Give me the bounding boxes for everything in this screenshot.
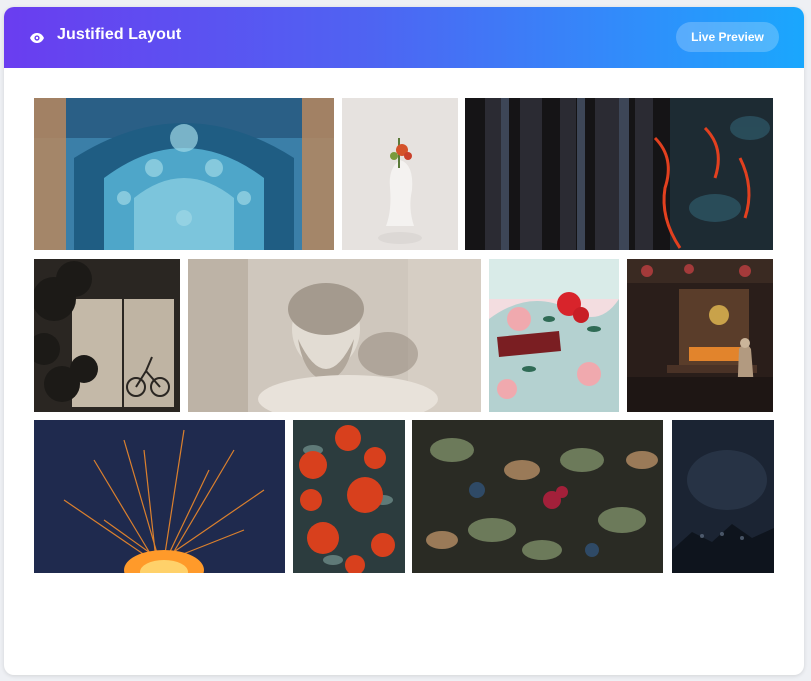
card-header: Justified Layout Live Preview [4, 7, 804, 68]
gallery-image-bearded-statue[interactable] [188, 259, 481, 412]
gallery-image-mosque-ceiling[interactable] [34, 98, 334, 250]
gallery-image-night-mountain[interactable] [672, 420, 774, 573]
gallery-image-bicycle-window[interactable] [34, 259, 180, 412]
gallery-image-lava-bark[interactable] [465, 98, 773, 250]
justified-layout-card: Justified Layout Live Preview [4, 7, 804, 675]
live-preview-button[interactable]: Live Preview [676, 22, 779, 52]
gallery-image-leaves-berries[interactable] [412, 420, 663, 573]
page-title: Justified Layout [57, 26, 182, 43]
eye-icon [30, 33, 44, 43]
gallery-image-shop-man[interactable] [627, 259, 773, 412]
gallery-image-vase-flower[interactable] [342, 98, 458, 250]
gallery-image-red-roses[interactable] [293, 420, 405, 573]
gallery-image-flower-illustration[interactable] [489, 259, 619, 412]
gallery-image-fire-sparks[interactable] [34, 420, 285, 573]
